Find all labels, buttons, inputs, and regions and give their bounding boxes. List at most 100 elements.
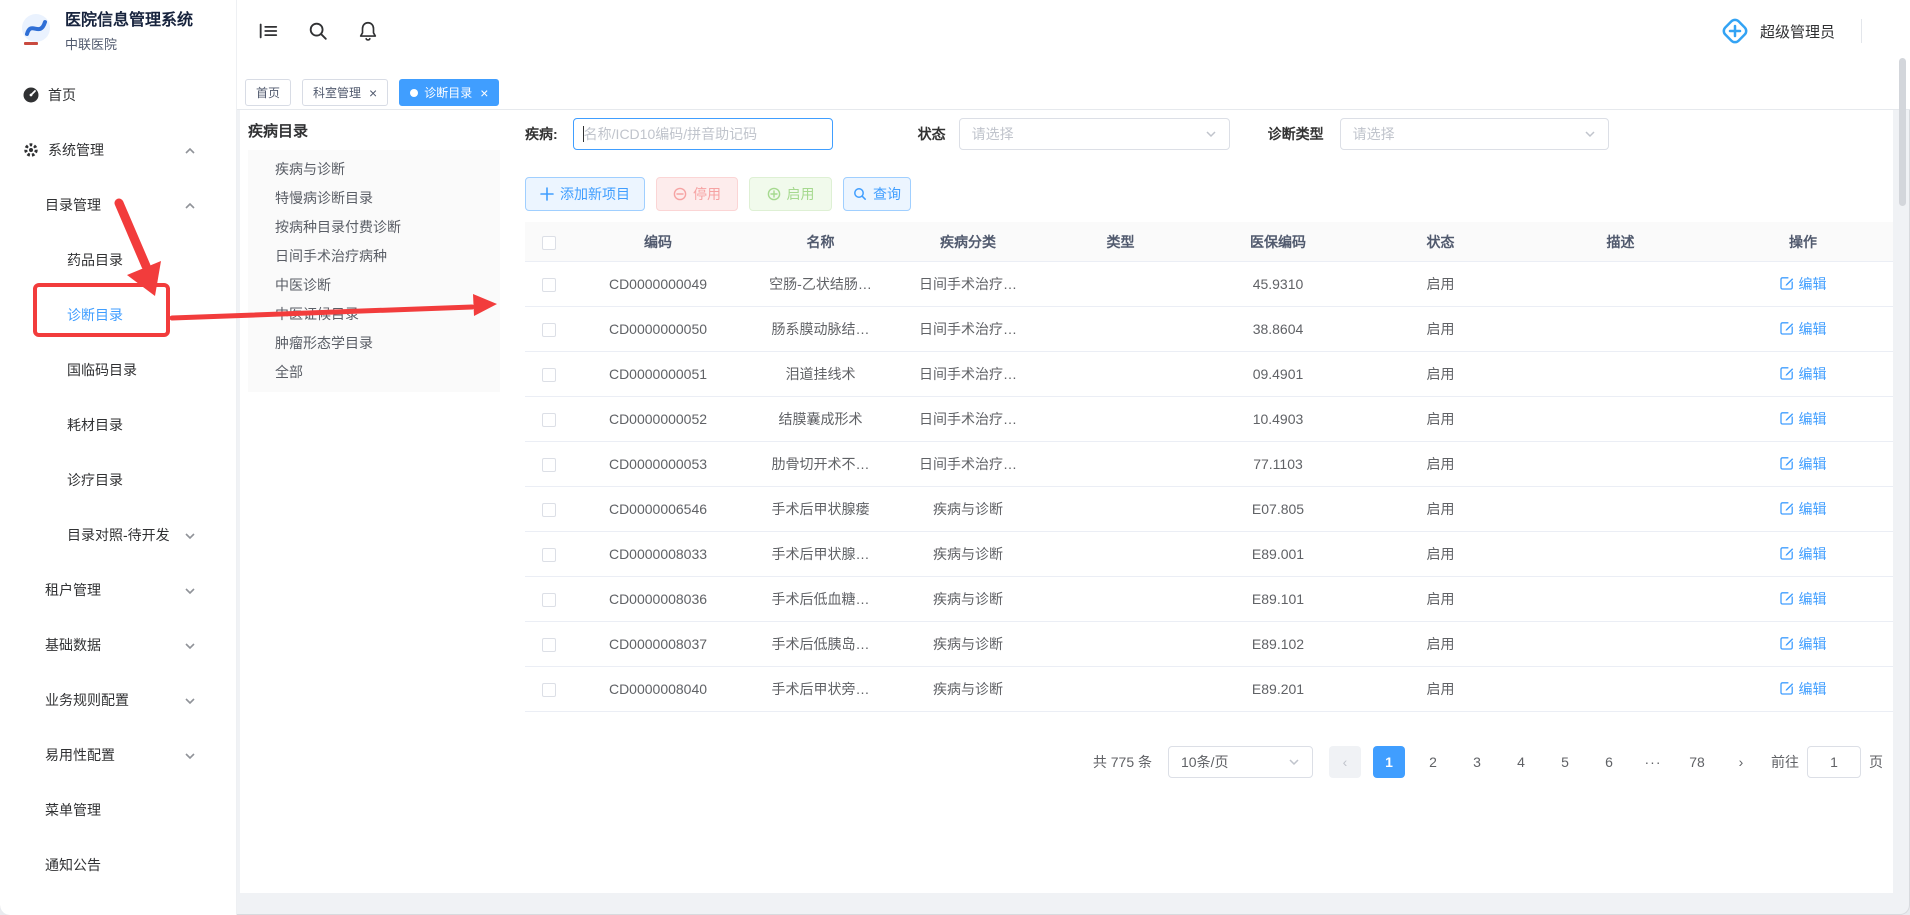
edit-button[interactable]: 编辑 (1780, 634, 1827, 654)
cell-actions: 编辑 (1713, 499, 1893, 519)
sidebar-item-business-rule-config[interactable]: 业务规则配置 (0, 672, 236, 727)
sidebar-item-diagnosis-catalog[interactable]: 诊断目录 (0, 287, 236, 342)
row-checkbox[interactable] (542, 413, 556, 427)
row-checkbox[interactable] (542, 278, 556, 292)
disable-button[interactable]: 停用 (656, 177, 738, 211)
catalog-item[interactable]: 中医证候目录 (248, 300, 500, 329)
sidebar-menu: 首页系统管理目录管理药品目录诊断目录国临码目录耗材目录诊疗目录目录对照-待开发租… (0, 67, 236, 892)
status-select[interactable]: 请选择 (959, 118, 1230, 150)
sidebar-item-drug-catalog[interactable]: 药品目录 (0, 232, 236, 287)
row-checkbox-cell (525, 366, 573, 382)
disease-search-input[interactable] (573, 118, 833, 150)
chevron-down-icon (184, 749, 196, 761)
sidebar-item-label: 基础数据 (45, 635, 101, 655)
cell-actions: 编辑 (1713, 544, 1893, 564)
cell-code: CD0000008037 (573, 636, 743, 652)
edit-button[interactable]: 编辑 (1780, 364, 1827, 384)
query-button[interactable]: 查询 (843, 177, 911, 211)
cell-actions: 编辑 (1713, 409, 1893, 429)
page-button-6[interactable]: 6 (1593, 746, 1625, 778)
tab-department-management[interactable]: 科室管理 × (302, 79, 388, 106)
cell-insurance-code: 77.1103 (1203, 456, 1353, 472)
next-page-button[interactable]: › (1725, 746, 1757, 778)
edit-button[interactable]: 编辑 (1780, 544, 1827, 564)
topbar: 超级管理员 (237, 0, 1910, 62)
catalog-item[interactable]: 日间手术治疗病种 (248, 242, 500, 271)
row-checkbox[interactable] (542, 638, 556, 652)
page-button-1[interactable]: 1 (1373, 746, 1405, 778)
sidebar-item-notice-announcement[interactable]: 通知公告 (0, 837, 236, 892)
edit-icon (1780, 456, 1794, 473)
sidebar-item-tenant-management[interactable]: 租户管理 (0, 562, 236, 617)
page-button-4[interactable]: 4 (1505, 746, 1537, 778)
tab-label: 科室管理 (313, 84, 361, 101)
page-button-2[interactable]: 2 (1417, 746, 1449, 778)
sidebar-item-basic-data[interactable]: 基础数据 (0, 617, 236, 672)
sidebar-item-system-management[interactable]: 系统管理 (0, 122, 236, 177)
catalog-item[interactable]: 按病种目录付费诊断 (248, 213, 500, 242)
cell-actions: 编辑 (1713, 319, 1893, 339)
page-button-5[interactable]: 5 (1549, 746, 1581, 778)
prev-page-button[interactable]: ‹ (1329, 746, 1361, 778)
edit-button[interactable]: 编辑 (1780, 409, 1827, 429)
diagnosis-type-select[interactable]: 请选择 (1340, 118, 1609, 150)
sidebar-item-catalog-management[interactable]: 目录管理 (0, 177, 236, 232)
cell-code: CD0000008036 (573, 591, 743, 607)
tab-close-icon[interactable]: × (369, 86, 377, 100)
page-button-3[interactable]: 3 (1461, 746, 1493, 778)
row-checkbox[interactable] (542, 458, 556, 472)
page-button-78[interactable]: 78 (1681, 746, 1713, 778)
row-checkbox[interactable] (542, 593, 556, 607)
row-checkbox[interactable] (542, 323, 556, 337)
edit-button[interactable]: 编辑 (1780, 274, 1827, 294)
tab-close-icon[interactable]: × (480, 86, 488, 100)
select-all-checkbox[interactable] (542, 236, 556, 250)
row-checkbox[interactable] (542, 683, 556, 697)
sidebar-item-menu-management[interactable]: 菜单管理 (0, 782, 236, 837)
catalog-item[interactable]: 中医诊断 (248, 271, 500, 300)
sidebar-item-label: 目录对照-待开发 (67, 525, 170, 545)
sidebar-item-national-code-catalog[interactable]: 国临码目录 (0, 342, 236, 397)
tab-home[interactable]: 首页 (245, 79, 291, 106)
status-filter-label: 状态 (918, 124, 946, 144)
goto-page-input[interactable] (1807, 746, 1861, 778)
plus-circle-icon (767, 187, 781, 201)
cell-category: 疾病与诊断 (898, 544, 1038, 564)
row-checkbox[interactable] (542, 548, 556, 562)
edit-button[interactable]: 编辑 (1780, 499, 1827, 519)
edit-button[interactable]: 编辑 (1780, 679, 1827, 699)
edit-button[interactable]: 编辑 (1780, 589, 1827, 609)
sidebar-item-usability-config[interactable]: 易用性配置 (0, 727, 236, 782)
sidebar-item-home[interactable]: 首页 (0, 67, 236, 122)
sidebar-item-catalog-mapping-todev[interactable]: 目录对照-待开发 (0, 507, 236, 562)
type-select-placeholder: 请选择 (1353, 124, 1395, 144)
menu-fold-icon[interactable] (257, 20, 279, 42)
user-area[interactable]: 超级管理员 (1720, 16, 1910, 46)
cell-name: 手术后低血糖… (743, 589, 898, 609)
row-checkbox[interactable] (542, 503, 556, 517)
tab-diagnosis-catalog[interactable]: 诊断目录× (399, 79, 499, 106)
edit-button[interactable]: 编辑 (1780, 454, 1827, 474)
page-size-select[interactable]: 10条/页 (1168, 746, 1313, 778)
enable-button[interactable]: 启用 (749, 177, 832, 211)
page-ellipsis[interactable]: ··· (1637, 746, 1669, 778)
vertical-scrollbar[interactable] (1899, 58, 1906, 206)
toolbar: 添加新项目 停用 启用 查询 (525, 177, 1893, 211)
search-icon[interactable] (307, 20, 329, 42)
table-row: CD0000008037手术后低胰岛…疾病与诊断E89.102启用编辑 (525, 622, 1893, 667)
row-checkbox[interactable] (542, 368, 556, 382)
cell-actions: 编辑 (1713, 634, 1893, 654)
catalog-item[interactable]: 特慢病诊断目录 (248, 184, 500, 213)
bell-icon[interactable] (357, 20, 379, 42)
catalog-item[interactable]: 全部 (248, 358, 500, 387)
edit-label: 编辑 (1799, 274, 1827, 294)
sidebar-item-consumable-catalog[interactable]: 耗材目录 (0, 397, 236, 452)
add-item-button[interactable]: 添加新项目 (525, 177, 645, 211)
catalog-item[interactable]: 疾病与诊断 (248, 155, 500, 184)
sidebar-item-label: 易用性配置 (45, 745, 115, 765)
column-header: 疾病分类 (898, 232, 1038, 252)
edit-button[interactable]: 编辑 (1780, 319, 1827, 339)
catalog-item[interactable]: 肿瘤形态学目录 (248, 329, 500, 358)
sidebar-item-treatment-catalog[interactable]: 诊疗目录 (0, 452, 236, 507)
status-select-placeholder: 请选择 (972, 124, 1014, 144)
